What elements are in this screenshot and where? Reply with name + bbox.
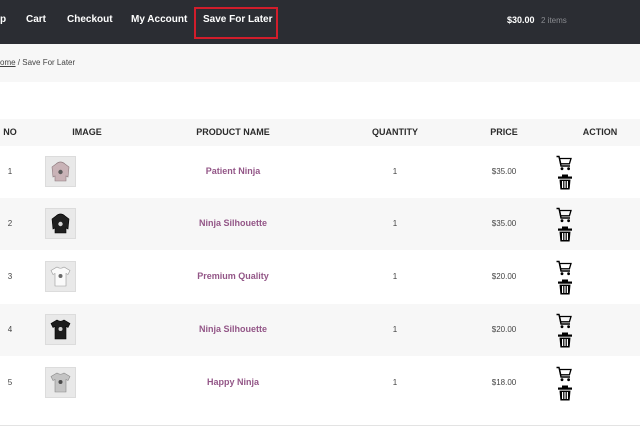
- quantity-value: 1: [392, 378, 398, 387]
- trash-icon[interactable]: [557, 174, 573, 190]
- product-name-link[interactable]: Ninja Silhouette: [199, 218, 267, 228]
- price-value: $35.00: [491, 167, 517, 176]
- product-name-link[interactable]: Happy Ninja: [207, 377, 259, 387]
- quantity-value: 1: [392, 325, 398, 334]
- price-value: $18.00: [491, 378, 517, 387]
- table-bottom-border: [0, 425, 640, 426]
- cart-total[interactable]: $30.00: [507, 15, 535, 25]
- column-header-product-name: PRODUCT NAME: [196, 127, 270, 137]
- quantity-value: 1: [392, 167, 398, 176]
- table-header: NO IMAGE PRODUCT NAME QUANTITY PRICE ACT…: [0, 119, 640, 146]
- table-row: 3 Premium Quality 1 $20.00: [0, 251, 640, 303]
- nav-item-shop[interactable]: p: [0, 14, 6, 25]
- price-value: $35.00: [491, 219, 517, 228]
- cart-count[interactable]: 2 items: [541, 16, 567, 25]
- product-name-link[interactable]: Premium Quality: [197, 271, 269, 281]
- breadcrumb-home-link[interactable]: ome: [0, 58, 16, 67]
- product-thumbnail-grey-tshirt[interactable]: [45, 367, 76, 398]
- column-header-quantity: QUANTITY: [372, 127, 418, 137]
- row-number: 3: [7, 272, 13, 281]
- nav-item-save-for-later[interactable]: Save For Later: [203, 14, 272, 25]
- cart-icon[interactable]: [556, 313, 572, 329]
- nav-item-checkout[interactable]: Checkout: [67, 14, 113, 25]
- row-number: 1: [7, 167, 13, 176]
- product-thumbnail-pink-hoodie[interactable]: [45, 156, 76, 187]
- column-header-action: ACTION: [582, 127, 618, 137]
- trash-icon[interactable]: [557, 226, 573, 242]
- product-thumbnail-black-tshirt[interactable]: [45, 314, 76, 345]
- pink-hoodie-icon: [51, 161, 70, 182]
- row-number: 5: [7, 378, 13, 387]
- nav-item-cart[interactable]: Cart: [26, 14, 46, 25]
- row-number: 2: [7, 219, 13, 228]
- breadcrumb-bar: ome / Save For Later: [0, 44, 640, 82]
- table-row: 1 Patient Ninja 1 $35.00: [0, 146, 640, 198]
- product-thumbnail-black-hoodie[interactable]: [45, 208, 76, 239]
- black-hoodie-icon: [51, 213, 70, 234]
- cart-icon[interactable]: [556, 260, 572, 276]
- quantity-value: 1: [392, 219, 398, 228]
- white-tshirt-icon: [50, 266, 71, 287]
- cart-icon[interactable]: [556, 207, 572, 223]
- cart-icon[interactable]: [556, 155, 572, 171]
- trash-icon[interactable]: [557, 279, 573, 295]
- grey-tshirt-icon: [50, 372, 71, 393]
- price-value: $20.00: [491, 325, 517, 334]
- breadcrumb-current: Save For Later: [22, 58, 76, 67]
- product-name-link[interactable]: Ninja Silhouette: [199, 324, 267, 334]
- cart-icon[interactable]: [556, 366, 572, 382]
- column-header-image: IMAGE: [72, 127, 102, 137]
- trash-icon[interactable]: [557, 332, 573, 348]
- column-header-price: PRICE: [490, 127, 518, 137]
- top-navigation: p Cart Checkout My Account Save For Late…: [0, 0, 640, 44]
- quantity-value: 1: [392, 272, 398, 281]
- black-tshirt-icon: [50, 319, 71, 340]
- table-row: 5 Happy Ninja 1 $18.00: [0, 357, 640, 409]
- column-header-no: NO: [3, 127, 17, 137]
- trash-icon[interactable]: [557, 385, 573, 401]
- table-row: 2 Ninja Silhouette 1 $35.00: [0, 198, 640, 250]
- breadcrumb: ome / Save For Later: [0, 58, 75, 67]
- product-name-link[interactable]: Patient Ninja: [206, 166, 261, 176]
- price-value: $20.00: [491, 272, 517, 281]
- row-number: 4: [7, 325, 13, 334]
- nav-item-my-account[interactable]: My Account: [131, 14, 187, 25]
- table-row: 4 Ninja Silhouette 1 $20.00: [0, 304, 640, 356]
- product-thumbnail-white-tshirt[interactable]: [45, 261, 76, 292]
